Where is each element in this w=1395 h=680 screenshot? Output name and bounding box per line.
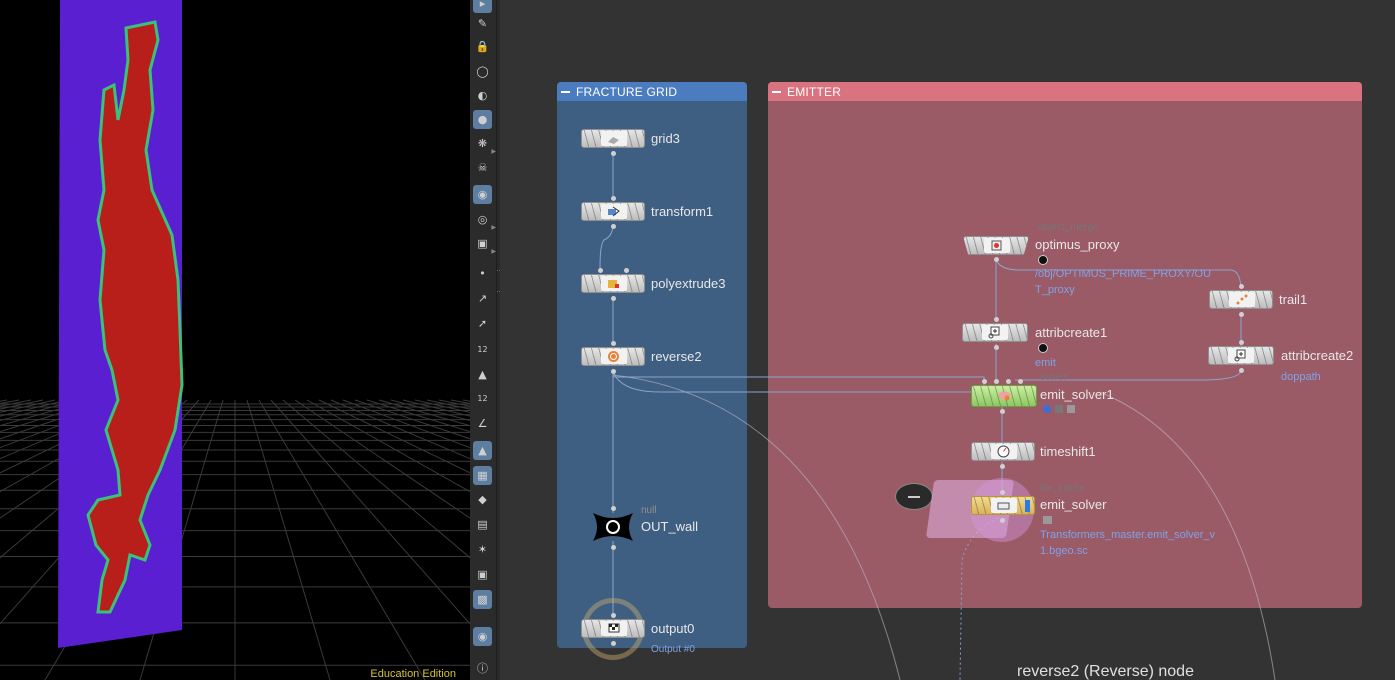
node-sublabel: emit xyxy=(1035,357,1056,369)
node-label: output0 xyxy=(651,621,695,636)
edition-label: Education Edition xyxy=(370,668,456,680)
reverse-icon xyxy=(607,350,620,363)
info-badge-icon xyxy=(1043,405,1051,413)
lock-badge-icon xyxy=(1043,516,1052,524)
node-output0[interactable] xyxy=(581,619,645,638)
box-icon[interactable]: ▣ xyxy=(473,565,492,584)
render-icon[interactable]: ▣ ▶ xyxy=(473,234,496,255)
node-sublabel[interactable]: /obj/OPTIMUS_PRIME_PROXY/OUT_proxy xyxy=(1035,266,1215,298)
node-reverse2[interactable] xyxy=(581,347,645,366)
texture-icon[interactable]: ▦ xyxy=(473,466,492,485)
location-icon[interactable]: ◉ xyxy=(473,627,492,646)
select-icon[interactable]: ▸ xyxy=(473,0,492,13)
eye-icon[interactable]: ◎ ▶ xyxy=(473,210,496,231)
node-label: grid3 xyxy=(651,131,680,146)
checkered-flag-icon xyxy=(607,622,620,635)
node-sublabel[interactable]: Transformers_master.emit_solver_v1.bgeo.… xyxy=(1040,527,1220,559)
ghost-icon[interactable]: ◯ xyxy=(473,62,492,81)
scene-viewport[interactable]: Education Edition xyxy=(0,0,470,680)
trail-icon xyxy=(1235,293,1248,306)
paint-icon[interactable]: ▲ xyxy=(473,365,492,384)
extrude-icon xyxy=(607,277,620,290)
node-polyextrude3[interactable] xyxy=(581,274,645,293)
node-transform1[interactable] xyxy=(581,202,645,221)
node-label: emit_solver1 xyxy=(1040,387,1114,402)
brush-icon[interactable]: ↗ xyxy=(473,289,492,308)
node-label: attribcreate1 xyxy=(1035,325,1108,340)
viewport-canvas xyxy=(0,0,470,680)
null-node-icon[interactable] xyxy=(589,509,637,545)
measure-12-icon[interactable]: 12 xyxy=(473,340,492,359)
node-type-label: null xyxy=(641,505,657,516)
node-label: optimus_proxy xyxy=(1035,237,1120,252)
timeshift-icon xyxy=(997,445,1010,458)
edit-icon[interactable]: ✎ xyxy=(473,14,492,33)
point-icon[interactable]: • xyxy=(473,264,492,283)
camera-icon[interactable]: ◉ xyxy=(473,185,492,204)
bypass-flag-icon xyxy=(1038,343,1048,353)
cook-badge-icon xyxy=(1055,405,1063,413)
grid-icon xyxy=(607,132,620,145)
transform-icon xyxy=(607,205,620,218)
attribute-create-icon xyxy=(1234,349,1247,362)
node-label: transform1 xyxy=(651,204,714,219)
lightbulb-icon[interactable]: ❋ ▶ xyxy=(473,134,496,155)
bypass-flag-icon xyxy=(1038,255,1048,265)
wand-icon[interactable]: ▲ xyxy=(473,441,492,460)
node-label: OUT_wall xyxy=(641,519,699,534)
pin-icon[interactable]: ➚ xyxy=(473,314,492,333)
wires-layer xyxy=(599,151,1276,680)
shade-icon[interactable]: ◐ xyxy=(473,86,492,105)
skull-icon[interactable]: ☠ xyxy=(473,158,492,177)
file-cache-icon xyxy=(997,499,1010,512)
gizmo-icon[interactable]: ✶ xyxy=(473,540,492,559)
angle-icon[interactable]: ∠ xyxy=(473,414,492,433)
node-emit-solver[interactable] xyxy=(971,496,1035,515)
node-label: timeshift1 xyxy=(1040,444,1096,459)
node-attribcreate2[interactable] xyxy=(1208,346,1274,365)
lock-badge-icon xyxy=(1067,405,1075,413)
node-label: reverse2 xyxy=(651,349,702,364)
node-sublabel: doppath xyxy=(1281,371,1321,383)
node-type-label: object_merge xyxy=(1038,222,1099,233)
node-label: attribcreate2 xyxy=(1281,348,1354,363)
node-label: emit_solver xyxy=(1040,497,1107,512)
node-sublabel: Output #0 xyxy=(651,644,695,655)
network-editor[interactable]: FRACTURE GRID EMITTER grid3 transform1 p… xyxy=(500,0,1395,680)
image-icon[interactable]: ▩ xyxy=(473,590,492,609)
display-flag-icon xyxy=(1025,500,1030,512)
measure-12b-icon[interactable]: 12 xyxy=(473,389,492,408)
solver-icon xyxy=(998,389,1011,402)
bypass-toggle-icon[interactable] xyxy=(895,483,933,510)
node-timeshift1[interactable] xyxy=(971,442,1035,461)
node-type-label: solver xyxy=(1040,372,1067,383)
node-trail1[interactable] xyxy=(1209,290,1273,309)
node-label: polyextrude3 xyxy=(651,276,726,291)
attribute-create-icon xyxy=(988,326,1001,339)
map-icon[interactable]: ▤ xyxy=(473,515,492,534)
node-attribcreate1[interactable] xyxy=(962,323,1028,342)
node-type-label: file_cache xyxy=(1040,483,1086,494)
diamond-icon[interactable]: ◆ xyxy=(473,490,492,509)
lock-icon[interactable]: 🔒 xyxy=(473,37,492,56)
node-emit-solver1[interactable] xyxy=(971,385,1037,407)
light-icon[interactable]: ● xyxy=(473,110,492,129)
node-badges xyxy=(1043,405,1075,413)
node-grid3[interactable] xyxy=(581,129,645,148)
node-label: trail1 xyxy=(1279,292,1308,307)
object-merge-icon xyxy=(990,239,1003,252)
node-optimus-proxy[interactable] xyxy=(963,236,1029,255)
info-window-title: reverse2 (Reverse) node xyxy=(1017,663,1194,680)
viewport-toolbar: ▸ ✎ 🔒 ◯ ◐ ● ❋ ▶ ☠ ◉ ◎ ▶ ▣ ▶ • ↗ ➚ 12 ▲ 12 ∠… xyxy=(470,0,497,680)
info-icon[interactable]: ⓘ xyxy=(473,658,492,677)
